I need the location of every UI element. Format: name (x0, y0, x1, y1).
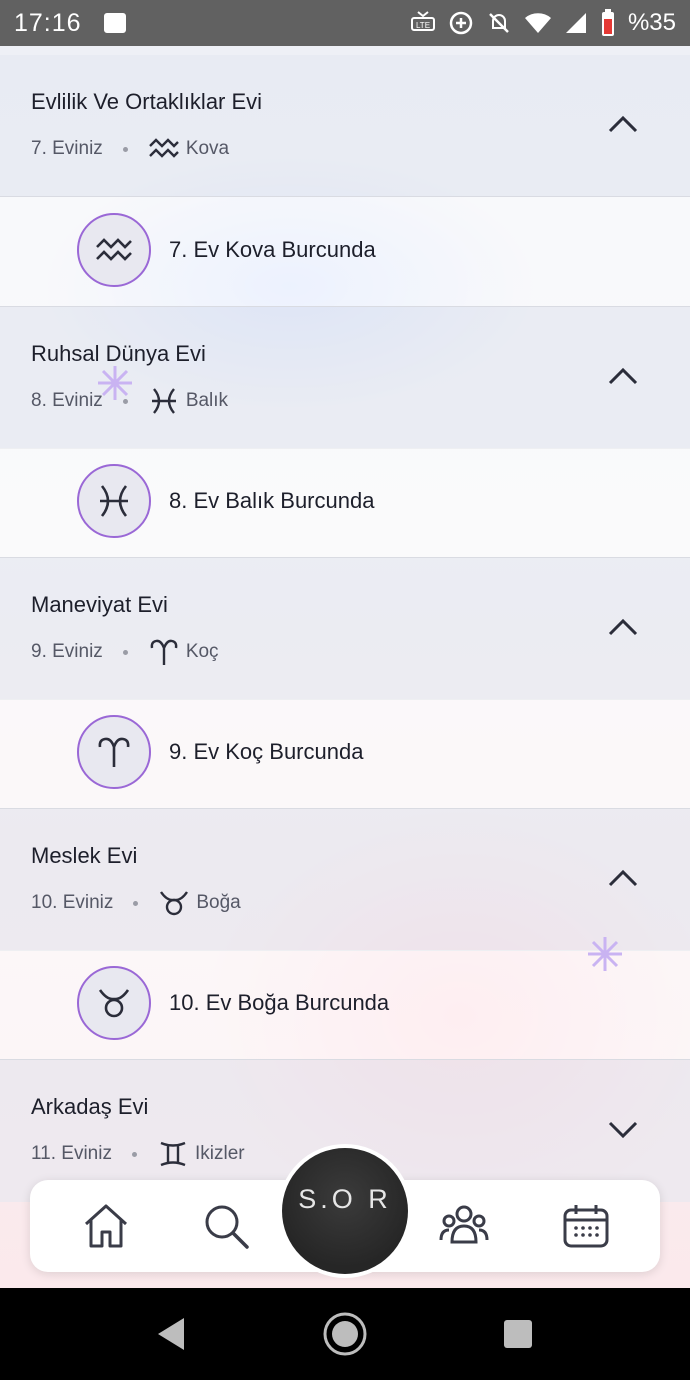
house-detail-9[interactable]: 9. Ev Koç Burcunda (0, 699, 690, 809)
sign-name: Koç (185, 641, 219, 662)
house-number: 8. Eviniz (31, 390, 103, 411)
aquarius-icon (148, 138, 179, 158)
sign-badge (77, 715, 151, 789)
ask-button[interactable]: S.O R (282, 1148, 408, 1274)
android-nav-bar (0, 1288, 690, 1380)
battery-icon (601, 9, 614, 36)
home-icon[interactable] (80, 1200, 132, 1252)
house-meta: 10. Eviniz Boğa (31, 889, 241, 917)
pisces-icon (100, 485, 128, 517)
house-number: 11. Eviniz (31, 1143, 112, 1164)
wifi-icon (524, 13, 551, 33)
chevron-up-icon[interactable] (606, 863, 640, 891)
sign-badge (77, 966, 151, 1040)
separator-dot (122, 146, 128, 152)
sign-badge (77, 213, 151, 287)
house-detail-8[interactable]: 8. Ev Balık Burcunda (0, 448, 690, 558)
house-title: Evlilik Ve Ortaklıklar Evi (31, 89, 263, 114)
separator-dot (131, 1151, 137, 1157)
house-title: Meslek Evi (31, 843, 138, 868)
detail-label: 7. Ev Kova Burcunda (169, 237, 376, 262)
house-title: Maneviyat Evi (31, 592, 168, 617)
sign-name: Ikizler (194, 1143, 245, 1164)
house-detail-7[interactable]: 7. Ev Kova Burcunda (0, 197, 690, 307)
signal-icon (565, 13, 586, 33)
search-icon[interactable] (200, 1200, 252, 1252)
battery-percent: %35 (627, 9, 676, 36)
house-title: Arkadaş Evi (31, 1094, 149, 1119)
detail-label: 9. Ev Koç Burcunda (169, 739, 364, 764)
home-circle-icon[interactable] (322, 1311, 368, 1357)
chevron-up-icon[interactable] (606, 361, 640, 389)
image-notification-icon (103, 13, 126, 33)
sign-badge (77, 464, 151, 538)
detail-label: 10. Ev Boğa Burcunda (169, 990, 390, 1015)
detail-label: 8. Ev Balık Burcunda (169, 488, 375, 513)
silent-bell-icon (489, 13, 509, 33)
sign-name: Kova (185, 138, 230, 159)
taurus-icon (98, 989, 130, 1018)
status-bar: 17:16 LTE %35 (0, 0, 690, 46)
house-meta: 11. Eviniz Ikizler (31, 1140, 245, 1168)
ask-button-label: S.O R (298, 1184, 392, 1214)
svg-text:LTE: LTE (416, 21, 430, 30)
aries-icon (98, 737, 130, 767)
sign-name: Balık (185, 390, 229, 411)
taurus-icon (160, 891, 189, 916)
house-meta: 9. Eviniz Koç (31, 638, 219, 666)
house-number: 9. Eviniz (31, 641, 103, 662)
volte-icon: LTE (410, 11, 435, 31)
sparkle-icon (588, 937, 622, 971)
sign-name: Boğa (196, 892, 241, 913)
gemini-icon (160, 1141, 186, 1167)
house-number: 10. Eviniz (31, 892, 114, 913)
recents-icon[interactable] (503, 1319, 533, 1349)
house-header-7[interactable]: Evlilik Ve Ortaklıklar Evi 7. Eviniz Kov… (0, 55, 690, 197)
house-header-10[interactable]: Meslek Evi 10. Eviniz Boğa (0, 809, 690, 951)
status-icons: LTE %35 (410, 9, 676, 37)
houses-list[interactable]: Evlilik Ve Ortaklıklar Evi 7. Eviniz Kov… (0, 46, 690, 1288)
house-number: 7. Eviniz (31, 138, 103, 159)
back-icon[interactable] (156, 1316, 186, 1352)
house-header-9[interactable]: Maneviyat Evi 9. Eviniz Koç (0, 558, 690, 700)
community-icon[interactable] (438, 1200, 490, 1252)
house-meta: 7. Eviniz Kova (31, 135, 229, 163)
separator-dot (133, 900, 139, 906)
sparkle-icon (98, 366, 132, 400)
status-time: 17:16 (14, 8, 82, 37)
chevron-down-icon[interactable] (606, 1114, 640, 1142)
data-saver-icon (449, 11, 473, 35)
pisces-icon (151, 388, 176, 414)
chevron-up-icon[interactable] (606, 109, 640, 137)
separator-dot (122, 649, 128, 655)
calendar-icon[interactable] (560, 1200, 612, 1252)
chevron-up-icon[interactable] (606, 612, 640, 640)
aries-icon (150, 639, 178, 665)
aquarius-icon (96, 238, 132, 261)
